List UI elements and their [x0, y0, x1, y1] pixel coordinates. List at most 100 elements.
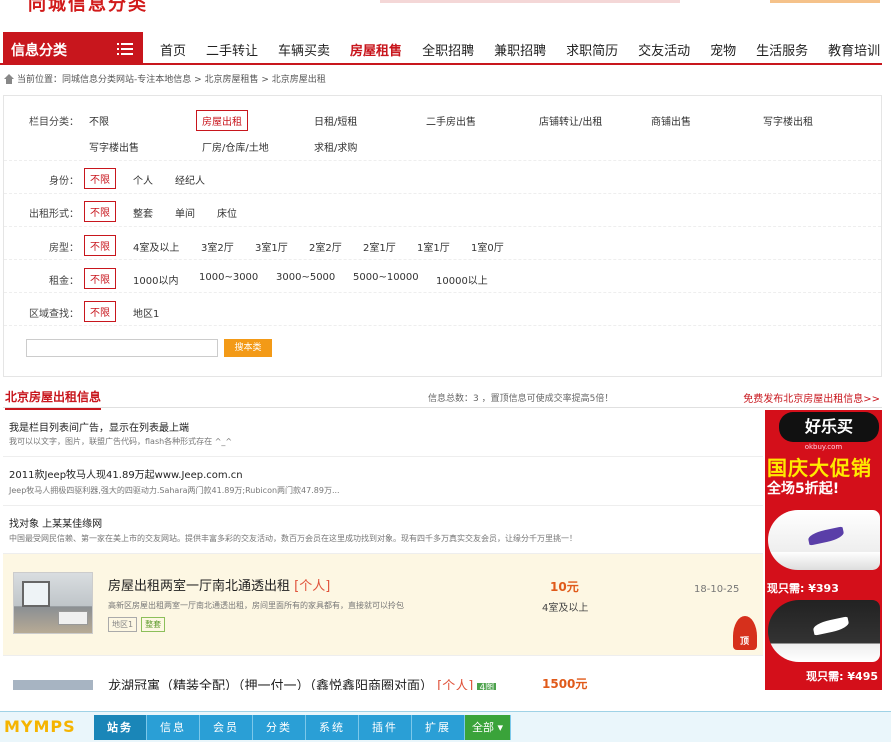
post-listing-link[interactable]: 免费发布北京房屋出租信息>>: [743, 390, 880, 405]
listing-header: 北京房屋出租信息 信息总数：3 ，置顶信息可使成交率提高5倍！ 免费发布北京房屋…: [3, 384, 882, 410]
filter-option[interactable]: 地区1: [133, 305, 159, 320]
swoosh-icon: [807, 526, 845, 546]
listing-date: 18-10-25: [694, 584, 740, 595]
filter-option[interactable]: 二手房出售: [426, 113, 476, 128]
nav-item-vehicles[interactable]: 车辆买卖: [268, 32, 340, 65]
search-category-button[interactable]: 搜本类: [224, 339, 272, 357]
header-button-fragment[interactable]: [770, 0, 880, 3]
filter-option[interactable]: 1000~3000: [199, 272, 258, 283]
filter-row-category: 栏目分类： 不限 房屋出租 日租/短租 二手房出售 店铺转让/出租 商铺出售 写…: [4, 96, 881, 161]
listing-thumbnail[interactable]: [13, 680, 93, 690]
filter-option-selected[interactable]: 不限: [84, 301, 116, 322]
breadcrumb-text[interactable]: 当前位置：同城信息分类网站-专注本地信息 > 北京房屋租售 > 北京房屋出租: [17, 72, 326, 85]
filter-option[interactable]: 经纪人: [175, 172, 205, 187]
list-ad[interactable]: 我是栏目列表间广告，显示在列表最上端 我可以以文字，图片，联盟广告代码，flas…: [3, 411, 763, 457]
nav-item-secondhand[interactable]: 二手转让: [196, 32, 268, 65]
nav-item-resumes[interactable]: 求职简历: [556, 32, 628, 65]
listing-title-link[interactable]: 龙湖冠寓（精装全配）（押一付一）（鑫悦鑫阳商圈对面） [个人] 4图: [108, 676, 497, 690]
toolbar-tab-categories[interactable]: 分类: [253, 715, 306, 740]
listing-title-link[interactable]: 房屋出租两室一厅南北通透出租 [个人]: [108, 575, 330, 594]
listing-room-type: 4室及以上: [542, 603, 589, 614]
listing-title-text[interactable]: 龙湖冠寓（精装全配）（押一付一）（鑫悦鑫阳商圈对面）: [108, 679, 433, 690]
listing-item-featured[interactable]: 房屋出租两室一厅南北通透出租 [个人] 高新区房屋出租两室一厅南北通透出租，房间…: [3, 554, 763, 656]
toolbar-tabs: 站务 信息 会员 分类 系统 插件 扩展 全部 ▾: [94, 715, 511, 740]
filter-label-category: 栏目分类：: [29, 117, 79, 128]
category-menu-button[interactable]: 信息分类: [3, 32, 143, 65]
filter-option[interactable]: 店铺转让/出租: [539, 113, 602, 128]
ad-title[interactable]: 我是栏目列表间广告，显示在列表最上端: [9, 419, 189, 434]
listing-item[interactable]: 龙湖冠寓（精装全配）（押一付一）（鑫悦鑫阳商圈对面） [个人] 4图 1500元: [3, 676, 763, 690]
filter-option[interactable]: 1000以内: [133, 272, 178, 287]
nav-item-services[interactable]: 生活服务: [746, 32, 818, 65]
swoosh-icon: [812, 616, 850, 636]
filter-option[interactable]: 商铺出售: [651, 113, 691, 128]
filter-panel: 栏目分类： 不限 房屋出租 日租/短租 二手房出售 店铺转让/出租 商铺出售 写…: [3, 95, 882, 377]
filter-option[interactable]: 3000~5000: [276, 272, 335, 283]
nav-items: 首页 二手转让 车辆买卖 房屋租售 全职招聘 兼职招聘 求职简历 交友活动 宠物…: [150, 32, 890, 65]
filter-option[interactable]: 床位: [217, 205, 237, 220]
filter-option[interactable]: 个人: [133, 172, 153, 187]
listing-title: 北京房屋出租信息: [5, 388, 102, 410]
filter-option-selected[interactable]: 不限: [84, 168, 116, 189]
nav-item-parttime-jobs[interactable]: 兼职招聘: [484, 32, 556, 65]
filter-option[interactable]: 求租/求购: [314, 139, 357, 154]
list-ad[interactable]: 找对象 上某某佳缘网 中国最受网民信赖、第一家在美上市的交友网站。提供丰富多彩的…: [3, 506, 763, 554]
filter-option[interactable]: 2室1厅: [363, 239, 396, 254]
nav-item-education[interactable]: 教育培训: [818, 32, 890, 65]
toolbar-tab-system[interactable]: 系统: [306, 715, 359, 740]
filter-option[interactable]: 写字楼出售: [89, 139, 139, 154]
listing-title-text[interactable]: 房屋出租两室一厅南北通透出租: [108, 579, 290, 594]
filter-option[interactable]: 5000~10000: [353, 272, 419, 283]
filter-option[interactable]: 写字楼出租: [763, 113, 813, 128]
filter-option-selected[interactable]: 不限: [84, 201, 116, 222]
toolbar-tab-extensions[interactable]: 扩展: [412, 715, 465, 740]
filter-option-selected[interactable]: 房屋出租: [196, 110, 248, 131]
ad-title[interactable]: 找对象 上某某佳缘网: [9, 515, 102, 530]
toolbar-tab-info[interactable]: 信息: [147, 715, 200, 740]
filter-option[interactable]: 不限: [89, 113, 109, 128]
filter-option[interactable]: 1室1厅: [417, 239, 450, 254]
sneaker-image-black: [768, 600, 880, 662]
filter-option-selected[interactable]: 不限: [84, 268, 116, 289]
listing-thumbnail[interactable]: [13, 572, 93, 634]
nav-item-pets[interactable]: 宠物: [700, 32, 746, 65]
top-header-strip: 同城信息分类: [0, 0, 891, 15]
listing-poster-tag: [个人]: [294, 579, 331, 594]
toolbar-tab-members[interactable]: 会员: [200, 715, 253, 740]
nav-item-housing[interactable]: 房屋租售: [340, 32, 412, 65]
ad-price-1: 现只需: ¥393: [767, 582, 839, 595]
filter-option[interactable]: 3室1厅: [255, 239, 288, 254]
list-ad[interactable]: 2011款Jeep牧马人现41.89万起www.Jeep.com.cn Jeep…: [3, 457, 763, 506]
filter-option[interactable]: 4室及以上: [133, 239, 179, 254]
menu-icon: [117, 42, 133, 56]
side-banner-ad[interactable]: 好乐买 okbuy.com 国庆大促销 全场5折起! 现只需: ¥393 现只需…: [765, 410, 882, 690]
filter-option[interactable]: 厂房/仓库/土地: [202, 139, 269, 154]
filter-option[interactable]: 单间: [175, 205, 195, 220]
header-banner-fragment: [380, 0, 680, 3]
ad-price-2: 现只需: ¥495: [806, 670, 878, 683]
filter-option[interactable]: 整套: [133, 205, 153, 220]
filter-option[interactable]: 3室2厅: [201, 239, 234, 254]
filter-option[interactable]: 日租/短租: [314, 113, 357, 128]
ad-title[interactable]: 2011款Jeep牧马人现41.89万起www.Jeep.com.cn: [9, 466, 243, 481]
filter-option[interactable]: 1室0厅: [471, 239, 504, 254]
toolbar-tab-site[interactable]: 站务: [94, 715, 147, 740]
area-badge: 地区1: [108, 617, 138, 632]
keyword-search-input[interactable]: [26, 339, 218, 357]
nav-item-dating[interactable]: 交友活动: [628, 32, 700, 65]
filter-option[interactable]: 2室2厅: [309, 239, 342, 254]
filter-option-selected[interactable]: 不限: [84, 235, 116, 256]
toolbar-logo[interactable]: MYMPS: [4, 717, 76, 736]
thumbnail-window: [22, 581, 50, 607]
nav-item-fulltime-jobs[interactable]: 全职招聘: [412, 32, 484, 65]
toolbar-tab-all[interactable]: 全部 ▾: [465, 715, 511, 740]
home-icon: [4, 73, 14, 84]
listing-desc: 高新区房屋出租两室一厅南北通透出租，房间里面所有的家具都有，直接就可以拎包: [108, 601, 404, 610]
nav-item-home[interactable]: 首页: [150, 32, 196, 65]
filter-option[interactable]: 10000以上: [436, 272, 488, 287]
toolbar-tab-plugins[interactable]: 插件: [359, 715, 412, 740]
listing-total: 信息总数：3 ，置顶信息可使成交率提高5倍！: [428, 394, 614, 404]
ad-headline: 国庆大促销: [767, 456, 872, 480]
site-logo[interactable]: 同城信息分类: [28, 0, 148, 16]
listing-badges: 地区1 整套: [108, 617, 166, 632]
